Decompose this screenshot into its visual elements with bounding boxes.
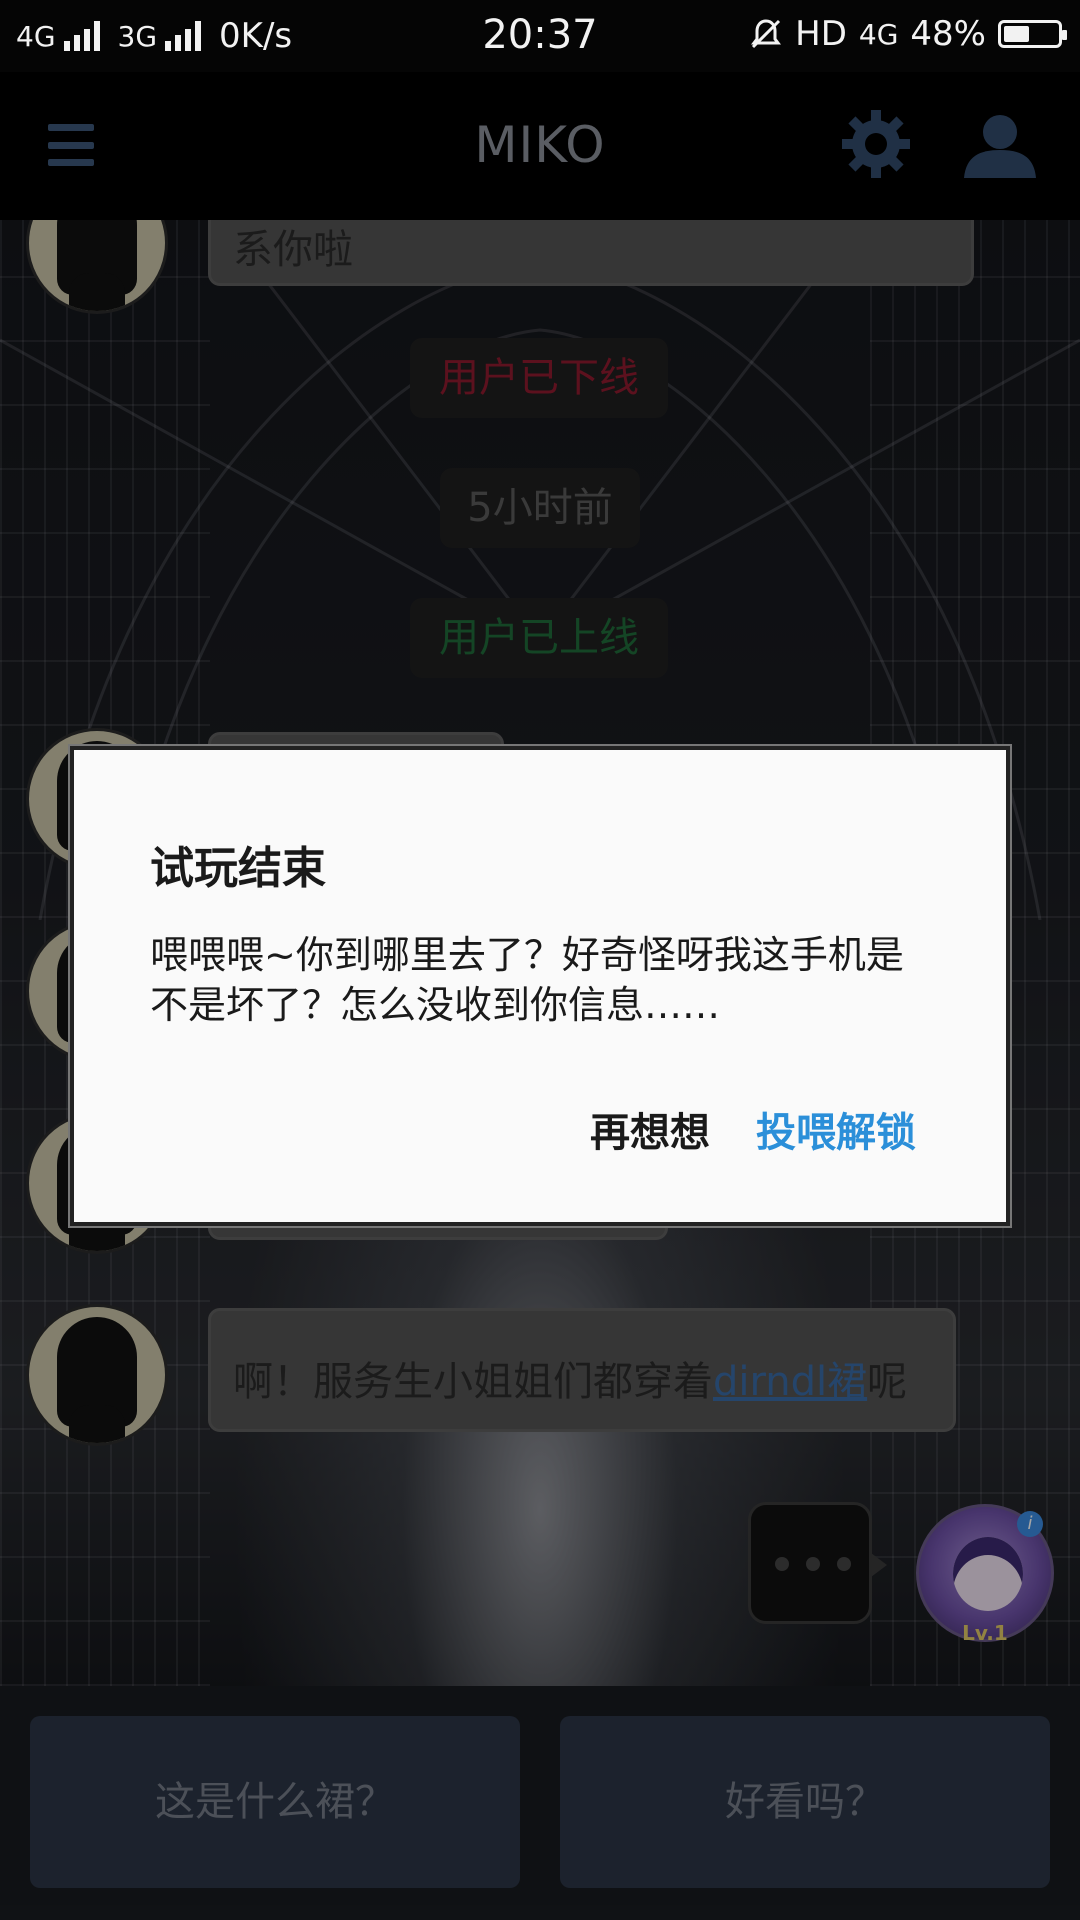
cancel-button[interactable]: 再想想 [590, 1100, 710, 1158]
network-type-3: 4G [858, 17, 899, 51]
unlock-button[interactable]: 投喂解锁 [756, 1100, 916, 1158]
battery-fill [1004, 26, 1029, 42]
battery-icon [998, 20, 1067, 48]
dialog-message: 喂喂喂~你到哪里去了？好奇怪呀我这手机是不是坏了？怎么没收到你信息…… [150, 933, 904, 1027]
hd-indicator: HD [795, 14, 847, 54]
dialog-title: 试玩结束 [150, 843, 326, 894]
bell-off-icon [751, 19, 782, 49]
battery-percent: 48% [910, 14, 986, 54]
trial-end-dialog: 试玩结束 喂喂喂~你到哪里去了？好奇怪呀我这手机是不是坏了？怎么没收到你信息……… [70, 746, 1010, 1226]
status-right: HD 4G 48% [749, 14, 1067, 54]
status-bar: 4G 3G 0K/s 20:37 HD 4G 48% [0, 0, 1080, 72]
